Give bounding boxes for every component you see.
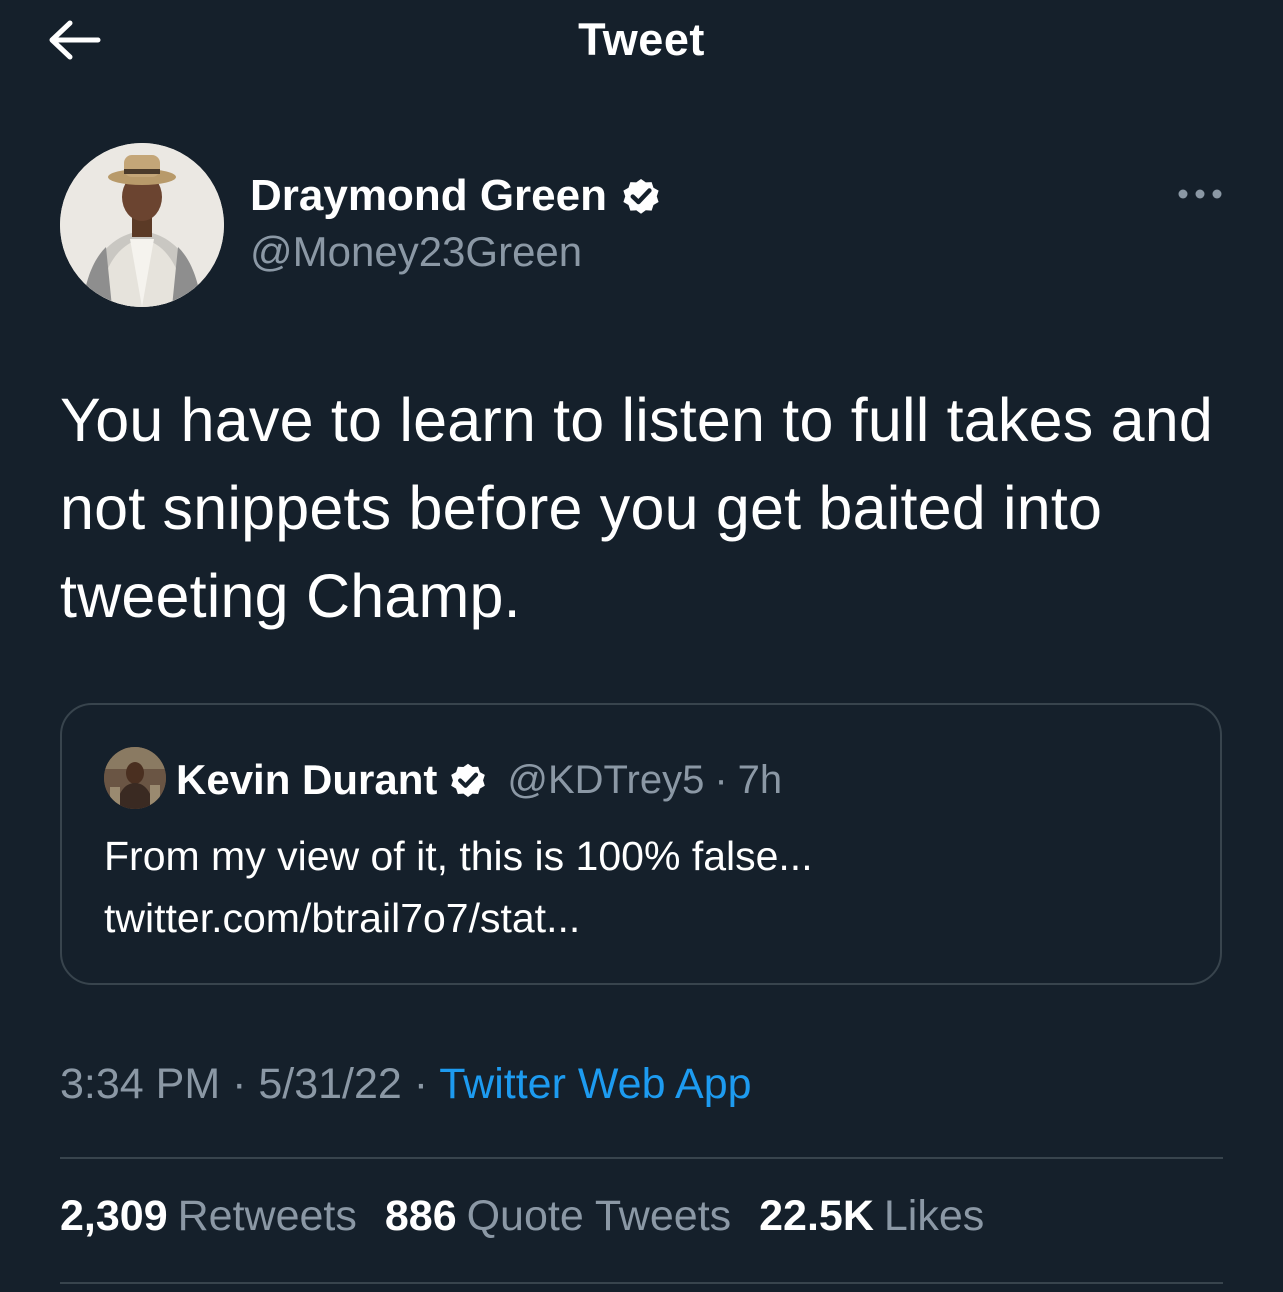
likes-count: 22.5K bbox=[759, 1192, 874, 1240]
divider bbox=[60, 1157, 1223, 1159]
more-dots-icon bbox=[1177, 187, 1223, 205]
quoted-author-avatar bbox=[104, 747, 166, 809]
author-name[interactable]: Draymond Green bbox=[250, 171, 607, 221]
quote-tweets-label: Quote Tweets bbox=[466, 1192, 732, 1240]
verified-badge-icon bbox=[619, 174, 663, 218]
retweets-count: 2,309 bbox=[60, 1192, 168, 1240]
tweet-meta: 3:34 PM · 5/31/22 · Twitter Web App bbox=[60, 1060, 752, 1109]
quote-tweets-count: 886 bbox=[384, 1192, 457, 1240]
retweets-label: Retweets bbox=[177, 1192, 357, 1240]
meta-separator: · bbox=[220, 1060, 259, 1108]
quoted-author-handle: @KDTrey5 bbox=[507, 757, 705, 802]
quoted-separator: · bbox=[714, 757, 728, 802]
tweet-source-link[interactable]: Twitter Web App bbox=[439, 1060, 751, 1108]
author-handle[interactable]: @Money23Green bbox=[250, 228, 582, 276]
quoted-tweet-text: From my view of it, this is 100% false..… bbox=[104, 825, 1184, 949]
tweet-text: You have to learn to listen to full take… bbox=[60, 386, 1213, 630]
tweet-detail-page: Tweet Draymond Green @Money23Green You h… bbox=[0, 0, 1283, 1292]
divider bbox=[60, 1282, 1223, 1284]
quoted-timestamp: 7h bbox=[737, 757, 783, 802]
quoted-tweet-card[interactable]: Kevin Durant @KDTrey5 · 7h From my view … bbox=[60, 703, 1222, 985]
tweet-date: 5/31/22 bbox=[258, 1060, 402, 1108]
tweet-time: 3:34 PM bbox=[60, 1060, 221, 1108]
top-bar: Tweet bbox=[0, 0, 1283, 84]
quoted-author-name: Kevin Durant bbox=[176, 756, 438, 803]
quoted-tweet-header: Kevin Durant @KDTrey5 · 7h bbox=[176, 749, 782, 811]
more-options-button[interactable] bbox=[1170, 176, 1230, 216]
likes-stat[interactable]: 22.5K Likes bbox=[759, 1192, 984, 1241]
meta-separator: · bbox=[401, 1060, 440, 1108]
quoted-text-line: From my view of it, this is 100% false..… bbox=[104, 833, 813, 879]
quoted-verified-badge-icon bbox=[447, 759, 489, 801]
author-avatar[interactable] bbox=[60, 143, 224, 307]
author-name-row[interactable]: Draymond Green bbox=[250, 168, 663, 224]
retweets-stat[interactable]: 2,309 Retweets bbox=[60, 1192, 357, 1241]
page-title: Tweet bbox=[578, 14, 705, 65]
likes-label: Likes bbox=[883, 1192, 985, 1240]
quoted-link-text: twitter.com/btrail7o7/stat... bbox=[104, 895, 581, 941]
quote-tweets-stat[interactable]: 886 Quote Tweets bbox=[385, 1192, 731, 1241]
engagement-stats: 2,309 Retweets 886 Quote Tweets 22.5K Likes bbox=[60, 1192, 1012, 1241]
